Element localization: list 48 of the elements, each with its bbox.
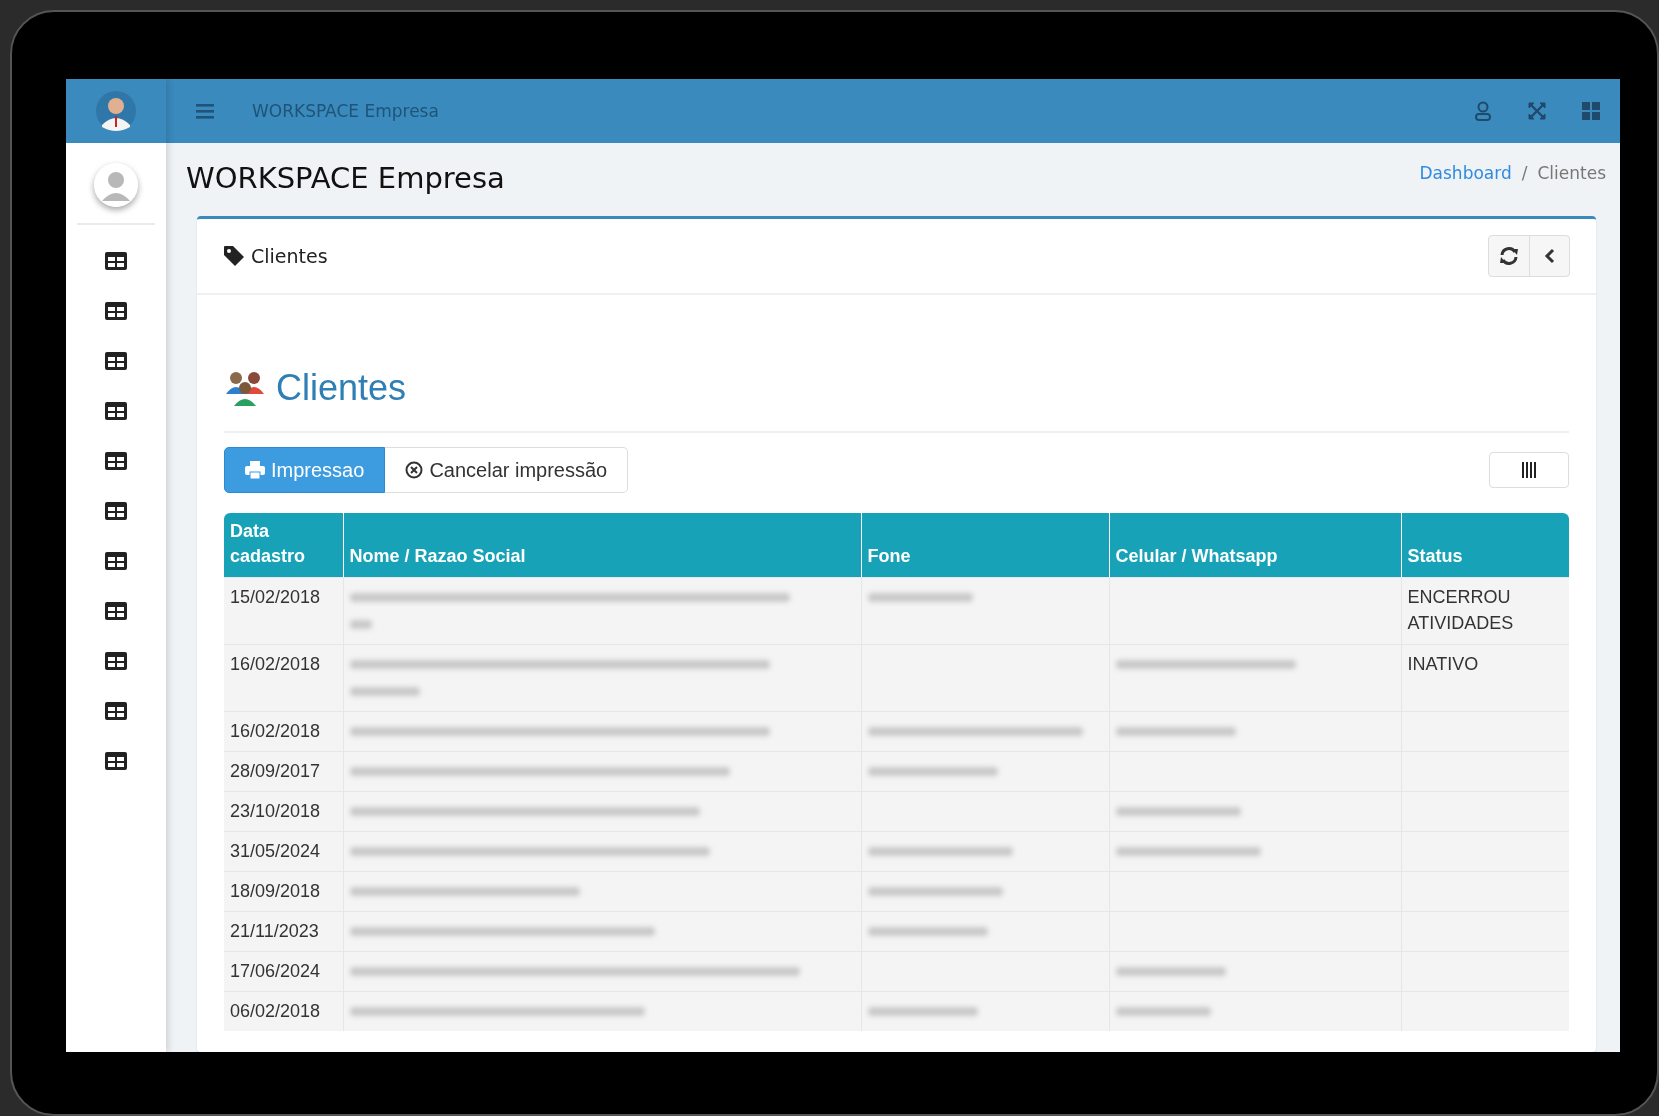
breadcrumb-link[interactable]: Dashboard bbox=[1419, 163, 1512, 183]
app-title: WORKSPACE Empresa bbox=[252, 101, 440, 121]
table-icon[interactable] bbox=[104, 701, 128, 721]
column-header: Fone bbox=[861, 513, 1109, 578]
table-cell: 31/05/2024 bbox=[224, 831, 343, 872]
table-cell: 15/02/2018 bbox=[224, 577, 343, 645]
status-text: INATIVO bbox=[1407, 654, 1479, 675]
section-heading: Clientes bbox=[276, 367, 407, 409]
table-icon[interactable] bbox=[104, 651, 128, 671]
table-icon[interactable] bbox=[104, 751, 128, 771]
refresh-icon bbox=[1499, 246, 1519, 266]
table-icon[interactable] bbox=[104, 301, 128, 321]
table-cell: 28/09/2017 bbox=[224, 751, 343, 792]
cancel-print-button[interactable]: Cancelar impressão bbox=[385, 447, 629, 493]
breadcrumb-separator: / bbox=[1521, 163, 1528, 183]
page-title: WORKSPACE Empresa bbox=[186, 161, 505, 195]
column-header: Data cadastro bbox=[224, 513, 343, 578]
table-icon[interactable] bbox=[104, 401, 128, 421]
column-header: Status bbox=[1401, 513, 1569, 578]
table-cell: 21/11/2023 bbox=[224, 911, 343, 952]
table-cell: 18/09/2018 bbox=[224, 871, 343, 912]
printer-icon bbox=[245, 461, 265, 479]
table-icon[interactable] bbox=[104, 551, 128, 571]
table-icon[interactable] bbox=[104, 501, 128, 521]
table-cell: 16/02/2018 bbox=[224, 711, 343, 752]
column-header: Celular / Whatsapp bbox=[1109, 513, 1401, 578]
card-title: Clientes bbox=[251, 245, 328, 267]
columns-button[interactable] bbox=[1489, 452, 1569, 488]
table-cell: 16/02/2018 bbox=[224, 644, 343, 712]
grid-icon[interactable] bbox=[1582, 102, 1600, 120]
print-button[interactable]: Impressao bbox=[224, 447, 386, 493]
table-icon[interactable] bbox=[104, 451, 128, 471]
table-cell: 17/06/2024 bbox=[224, 951, 343, 992]
tag-icon bbox=[223, 245, 245, 267]
column-header: Nome / Razao Social bbox=[343, 513, 861, 578]
fullscreen-icon[interactable] bbox=[1528, 102, 1546, 120]
table-icon[interactable] bbox=[104, 251, 128, 271]
user-icon[interactable] bbox=[1474, 101, 1492, 121]
breadcrumb-current: Clientes bbox=[1537, 163, 1606, 183]
chevron-left-icon bbox=[1543, 247, 1556, 265]
columns-icon bbox=[1521, 462, 1537, 478]
table-cell: 06/02/2018 bbox=[224, 991, 343, 1032]
table-cell: 23/10/2018 bbox=[224, 791, 343, 832]
status-text: ENCERROU ATIVIDADES bbox=[1407, 587, 1514, 634]
circle-x-icon bbox=[405, 461, 424, 479]
table-icon[interactable] bbox=[104, 351, 128, 371]
person-avatar-icon bbox=[96, 91, 136, 131]
table-icon[interactable] bbox=[104, 601, 128, 621]
